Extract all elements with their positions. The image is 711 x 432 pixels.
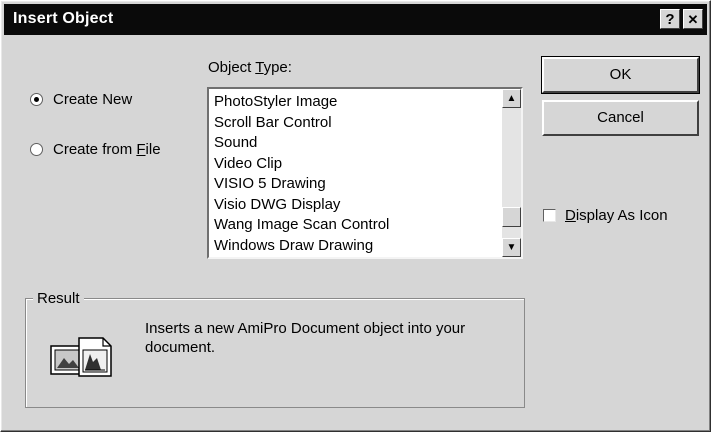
create-from-file-radio[interactable]: Create from File <box>30 141 161 158</box>
list-item[interactable]: Scroll Bar Control <box>214 113 499 134</box>
list-item[interactable]: Wang Image Scan Control <box>214 215 499 236</box>
radio-selected-dot <box>34 97 39 102</box>
vertical-scrollbar[interactable]: ▲ ▼ <box>502 89 521 257</box>
create-new-radio[interactable]: Create New <box>30 91 132 108</box>
list-item[interactable]: PhotoStyler Image <box>214 92 499 113</box>
result-description: Inserts a new AmiPro Document object int… <box>145 320 466 356</box>
scroll-thumb[interactable] <box>502 207 521 227</box>
display-as-icon-label: Display As Icon <box>565 207 668 224</box>
title-bar[interactable]: Insert Object ? ✕ <box>4 4 707 35</box>
insert-object-dialog: Insert Object ? ✕ Create New Create from… <box>0 0 711 432</box>
list-item[interactable]: Video Clip <box>214 154 499 175</box>
list-item[interactable]: VISIO 5 Drawing <box>214 174 499 195</box>
close-button[interactable]: ✕ <box>683 9 703 29</box>
list-item[interactable]: Visio DWG Display <box>214 195 499 216</box>
list-item[interactable]: Sound <box>214 133 499 154</box>
create-new-radio-indicator[interactable] <box>30 93 43 106</box>
create-from-file-label: Create from File <box>53 141 161 158</box>
display-as-icon-checkbox[interactable]: Display As Icon <box>543 207 668 224</box>
object-type-listbox[interactable]: PhotoStyler Image Scroll Bar Control Sou… <box>207 87 523 259</box>
object-type-label: Object Type: <box>208 59 292 76</box>
display-as-icon-box[interactable] <box>543 209 556 222</box>
list-item[interactable]: Windows Draw Drawing <box>214 236 499 257</box>
scroll-up-arrow-icon[interactable]: ▲ <box>502 89 521 108</box>
cancel-button[interactable]: Cancel <box>542 100 699 136</box>
object-type-list: PhotoStyler Image Scroll Bar Control Sou… <box>214 92 499 256</box>
scroll-down-arrow-icon[interactable]: ▼ <box>502 238 521 257</box>
dialog-title: Insert Object <box>13 10 114 27</box>
create-new-label: Create New <box>53 91 133 108</box>
help-button[interactable]: ? <box>660 9 680 29</box>
create-from-file-radio-indicator[interactable] <box>30 143 43 156</box>
ok-button[interactable]: OK <box>541 56 700 94</box>
document-object-icon <box>50 337 112 377</box>
result-label: Result <box>33 290 84 307</box>
